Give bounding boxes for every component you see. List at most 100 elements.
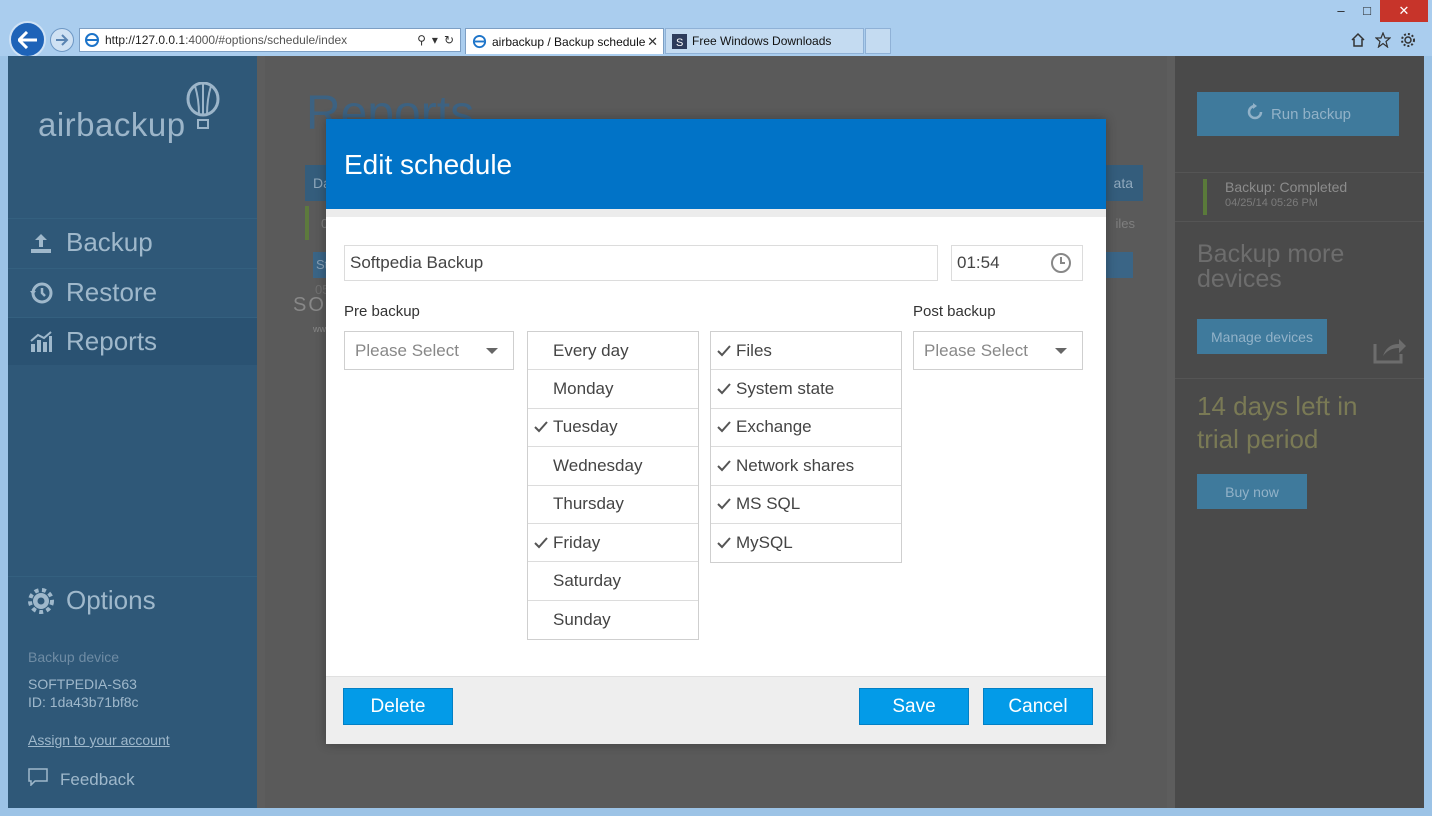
day-option[interactable]: Wednesday	[528, 447, 698, 486]
list-item-label: Exchange	[736, 417, 812, 437]
sidebar-item-label: Reports	[66, 326, 158, 356]
list-item-label: MS SQL	[736, 494, 801, 514]
sidebar-item-label: Backup	[66, 227, 153, 257]
sidebar-item-label: Options	[66, 585, 156, 615]
trial-notice: 14 days left in trial period	[1197, 391, 1358, 454]
new-tab-button[interactable]	[865, 28, 891, 54]
forward-button[interactable]	[50, 28, 74, 52]
chevron-down-icon	[1055, 348, 1067, 354]
status-indicator	[305, 206, 309, 240]
dialog-footer: Delete Save Cancel	[326, 676, 1106, 744]
device-label: Backup device	[28, 649, 120, 665]
arrow-left-icon	[17, 30, 37, 49]
arrow-right-icon	[56, 34, 69, 46]
checkmark-icon	[712, 537, 736, 549]
sidebar-item-backup[interactable]: Backup	[8, 218, 257, 266]
feedback-label: Feedback	[60, 769, 135, 789]
days-list: Every day Monday Tuesday Wednesday Thursday F…	[527, 331, 699, 641]
list-item-label: Files	[736, 340, 772, 360]
home-icon[interactable]	[1348, 30, 1368, 50]
cancel-button[interactable]: Cancel	[983, 688, 1093, 725]
backup-items-list: Files System state Exchange Network shares M…	[710, 331, 902, 564]
day-option[interactable]: Sunday	[528, 601, 698, 639]
checkmark-icon	[712, 383, 736, 395]
day-option[interactable]: Thursday	[528, 486, 698, 524]
edit-schedule-dialog: Edit schedule Softpedia Backup 01:54 Pre…	[326, 119, 1106, 744]
back-button[interactable]	[9, 21, 46, 58]
settings-icon[interactable]	[1398, 30, 1418, 50]
pre-backup-select[interactable]: Please Select	[344, 331, 514, 370]
device-id: ID: 1da43b71bf8c	[28, 694, 139, 710]
tab-label: Free Windows Downloads	[692, 34, 832, 48]
right-panel: Run backup Backup: Completed 04/25/14 05…	[1175, 56, 1424, 808]
backup-item-option[interactable]: Exchange	[711, 409, 901, 448]
list-item-label: Sunday	[553, 609, 611, 629]
buy-now-button[interactable]: Buy now	[1197, 474, 1307, 509]
tab-airbackup[interactable]: airbackup / Backup schedule ✕	[465, 28, 664, 54]
table-cell: iles	[1115, 216, 1135, 231]
device-name: SOFTPEDIA-S63	[28, 676, 137, 692]
run-backup-button[interactable]: Run backup	[1197, 92, 1399, 136]
refresh-icon[interactable]: ↻	[444, 33, 454, 47]
chart-icon	[28, 329, 54, 355]
day-option[interactable]: Tuesday	[528, 409, 698, 448]
status-time: 04/25/14 05:26 PM	[1225, 197, 1318, 209]
list-item-label: Saturday	[553, 571, 622, 591]
sidebar-item-restore[interactable]: Restore	[8, 268, 257, 316]
manage-devices-button[interactable]: Manage devices	[1197, 319, 1327, 354]
more-devices-heading: Backup more devices	[1197, 240, 1345, 293]
search-icon[interactable]: ⚲	[417, 33, 426, 47]
address-bar[interactable]: http://127.0.0.1:4000/#options/schedule/…	[79, 28, 461, 52]
dropdown-icon[interactable]: ▾	[432, 33, 438, 47]
tab-softpedia[interactable]: S Free Windows Downloads	[665, 28, 864, 54]
app-logo: airbackup	[38, 106, 186, 143]
gear-icon	[28, 587, 54, 614]
ie-icon	[472, 34, 487, 49]
post-backup-select[interactable]: Please Select	[913, 331, 1083, 370]
schedule-name-input[interactable]: Softpedia Backup	[344, 245, 938, 281]
post-backup-label: Post backup	[913, 303, 996, 320]
history-icon	[28, 280, 54, 306]
divider	[326, 209, 1106, 217]
time-input[interactable]: 01:54	[951, 245, 1083, 281]
checkmark-icon	[712, 421, 736, 433]
clock-icon[interactable]	[1050, 252, 1072, 274]
day-option[interactable]: Every day	[528, 332, 698, 371]
run-backup-label: Run backup	[1270, 105, 1352, 123]
sidebar-item-options[interactable]: Options	[8, 576, 257, 624]
select-value: Please Select	[355, 340, 459, 360]
delete-button[interactable]: Delete	[343, 688, 453, 725]
list-item-label: Monday	[553, 379, 614, 399]
save-button[interactable]: Save	[859, 688, 969, 725]
backup-item-option[interactable]: System state	[711, 370, 901, 409]
sidebar: airbackup Backup Restore Reports Options…	[8, 56, 257, 808]
backup-item-option[interactable]: Files	[711, 332, 901, 371]
list-item-label: MySQL	[736, 533, 793, 553]
checkmark-icon	[529, 536, 553, 549]
share-icon	[1373, 339, 1406, 364]
svg-text:S: S	[676, 37, 683, 49]
status-indicator	[1203, 179, 1207, 215]
checkmark-icon	[529, 421, 553, 433]
day-option[interactable]: Friday	[528, 524, 698, 563]
backup-item-option[interactable]: Network shares	[711, 447, 901, 486]
close-window-button[interactable]: ✕	[1380, 0, 1428, 22]
assign-account-link[interactable]: Assign to your account	[28, 732, 170, 748]
select-value: Please Select	[924, 340, 1028, 360]
day-option[interactable]: Monday	[528, 370, 698, 409]
dialog-header: Edit schedule	[326, 119, 1106, 209]
backup-item-option[interactable]: MySQL	[711, 524, 901, 562]
sidebar-item-reports[interactable]: Reports	[8, 317, 257, 365]
list-item-label: Tuesday	[553, 417, 618, 437]
favorites-icon[interactable]	[1373, 30, 1393, 50]
list-item-label: Friday	[553, 532, 601, 552]
close-tab-icon[interactable]: ✕	[647, 34, 658, 50]
upload-icon	[28, 230, 54, 256]
softpedia-icon: S	[672, 33, 687, 49]
backup-item-option[interactable]: MS SQL	[711, 486, 901, 524]
maximize-button[interactable]: □	[1352, 0, 1382, 22]
pre-backup-label: Pre backup	[344, 303, 420, 320]
feedback-link[interactable]: Feedback	[28, 768, 135, 791]
day-option[interactable]: Saturday	[528, 562, 698, 601]
list-item-label: Network shares	[736, 455, 855, 475]
